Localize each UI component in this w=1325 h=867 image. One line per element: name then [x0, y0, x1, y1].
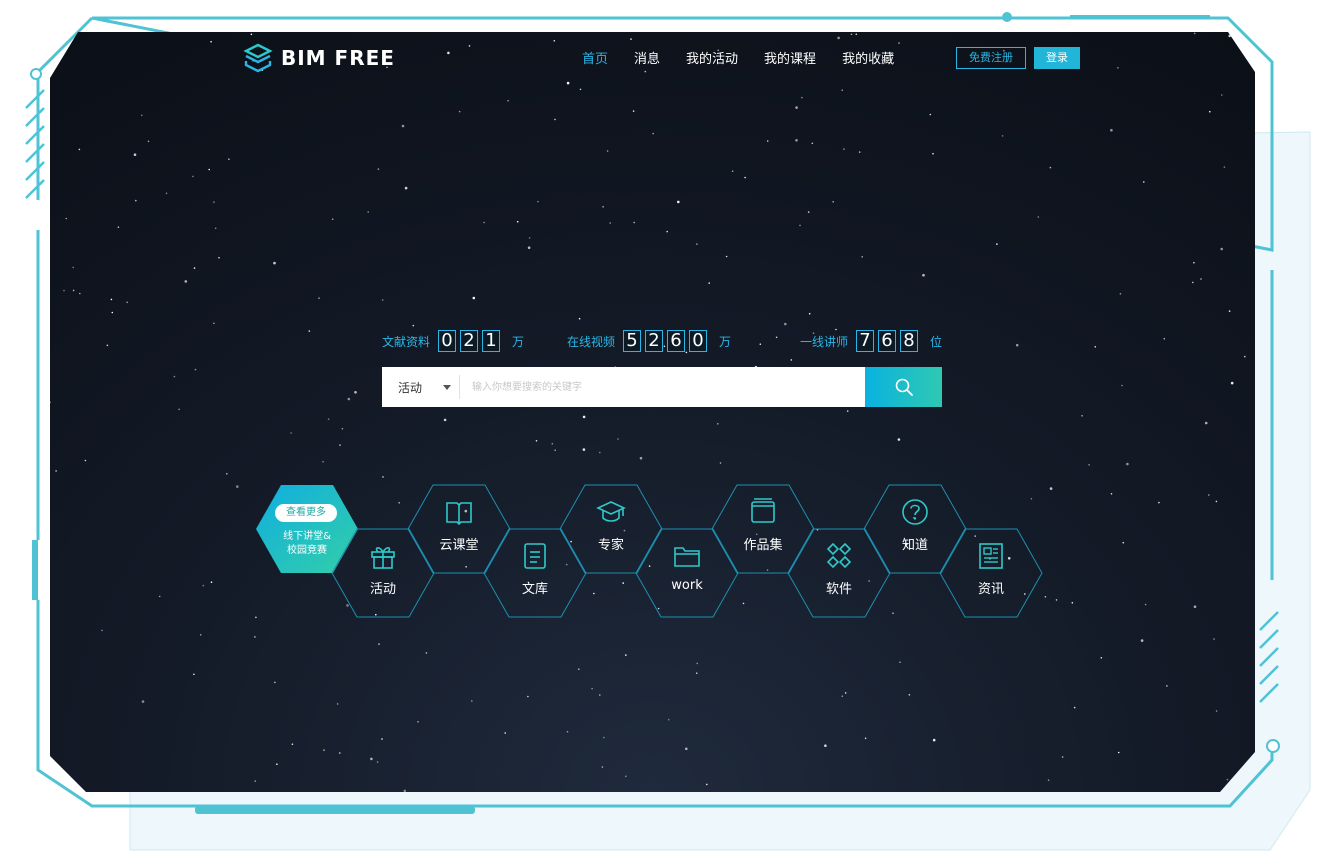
book-icon [446, 502, 472, 526]
question-icon [902, 499, 928, 525]
hero-screen: BIM FREE 首页 消息 我的活动 我的课程 我的收藏 免费注册 登录 文献… [50, 32, 1255, 792]
graduation-cap-icon [596, 501, 626, 522]
category-hex-grid: 查看更多 线下讲堂& 校园竞赛 活动 云课堂 文库 专家 work 作品集 软件… [50, 32, 1255, 792]
view-more-button[interactable]: 查看更多 [275, 504, 337, 522]
gift-icon [371, 547, 395, 569]
document-icon [524, 543, 546, 569]
category-label: 资讯 [977, 582, 1004, 597]
news-icon [979, 543, 1003, 569]
category-label: 文库 [521, 582, 548, 597]
page: BIM FREE 首页 消息 我的活动 我的课程 我的收藏 免费注册 登录 文献… [0, 0, 1325, 867]
folder-icon [674, 547, 700, 567]
category-label: 软件 [825, 582, 852, 597]
portfolio-icon [751, 498, 775, 523]
category-label: work [671, 578, 703, 593]
category-news[interactable]: 资讯 [939, 528, 1043, 618]
category-label: 活动 [369, 582, 396, 597]
apps-icon [826, 542, 852, 569]
